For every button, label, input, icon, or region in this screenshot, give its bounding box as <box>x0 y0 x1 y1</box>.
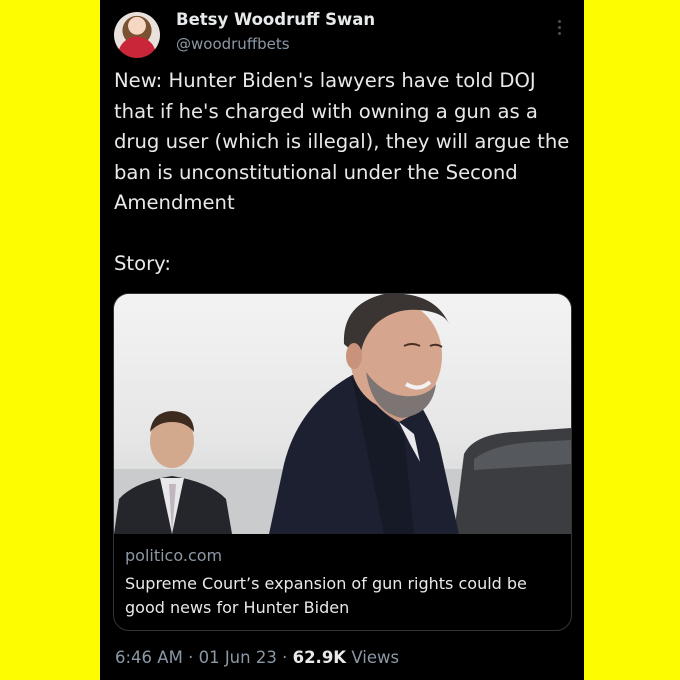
meta-separator: · <box>276 648 293 667</box>
tweet-time[interactable]: 6:46 AM <box>115 648 183 667</box>
tweet-meta: 6:46 AM · 01 Jun 23 · 62.9K Views <box>115 648 399 667</box>
tweet-text: New: Hunter Biden's lawyers have told DO… <box>114 69 570 275</box>
tweet-container: Betsy Woodruff Swan @woodruffbets New: H… <box>100 0 584 680</box>
more-options-icon[interactable] <box>553 20 565 40</box>
views-label: Views <box>351 648 400 667</box>
link-card-title[interactable]: Supreme Court’s expansion of gun rights … <box>125 572 565 620</box>
author-handle[interactable]: @woodruffbets <box>176 35 290 53</box>
link-card[interactable]: politico.com Supreme Court’s expansion o… <box>113 293 572 631</box>
author-display-name[interactable]: Betsy Woodruff Swan <box>176 10 375 29</box>
views-count[interactable]: 62.9K <box>293 648 347 667</box>
link-card-domain: politico.com <box>125 546 223 565</box>
tweet-date[interactable]: 01 Jun 23 <box>199 648 277 667</box>
meta-separator: · <box>182 648 199 667</box>
avatar[interactable] <box>114 12 160 58</box>
link-card-image <box>114 294 571 534</box>
